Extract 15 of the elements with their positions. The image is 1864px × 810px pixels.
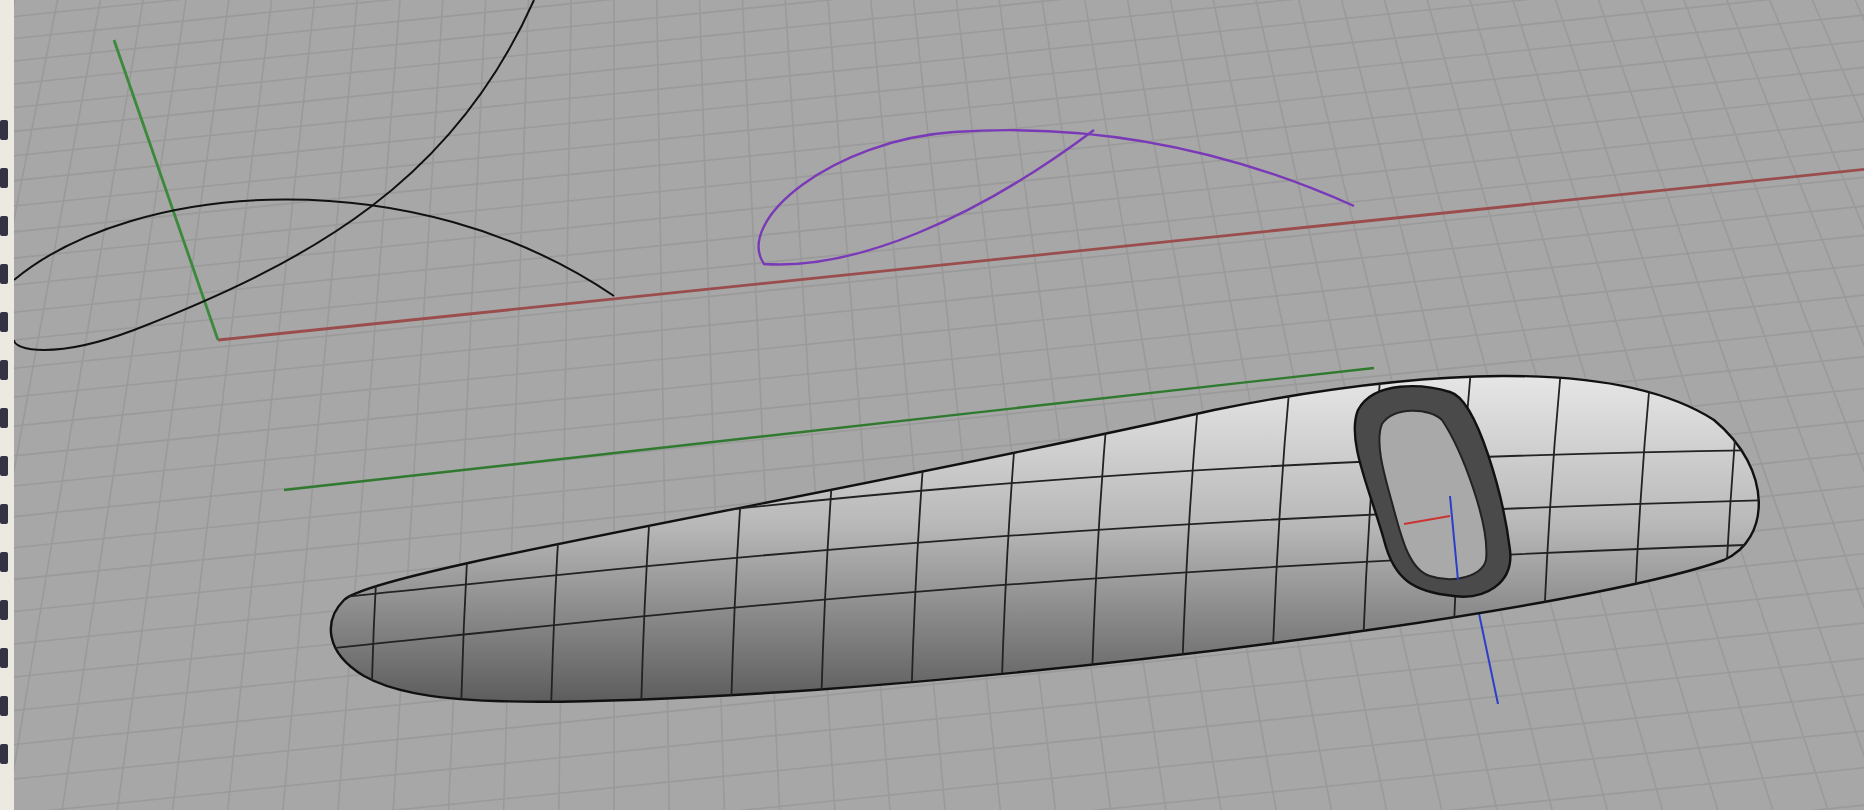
tool-icon[interactable] bbox=[0, 600, 8, 620]
tool-icon[interactable] bbox=[0, 456, 8, 476]
tool-icon[interactable] bbox=[0, 264, 8, 284]
tool-icon[interactable] bbox=[0, 504, 8, 524]
tool-icon[interactable] bbox=[0, 408, 8, 428]
tool-icon[interactable] bbox=[0, 216, 8, 236]
tool-icon[interactable] bbox=[0, 744, 8, 764]
tool-icon[interactable] bbox=[0, 360, 8, 380]
tool-icon[interactable] bbox=[0, 312, 8, 332]
tool-icon[interactable] bbox=[0, 552, 8, 572]
tool-icon[interactable] bbox=[0, 648, 8, 668]
tool-icon[interactable] bbox=[0, 696, 8, 716]
tool-icon[interactable] bbox=[0, 120, 8, 140]
tool-icon[interactable] bbox=[0, 168, 8, 188]
perspective-viewport[interactable] bbox=[14, 0, 1864, 810]
